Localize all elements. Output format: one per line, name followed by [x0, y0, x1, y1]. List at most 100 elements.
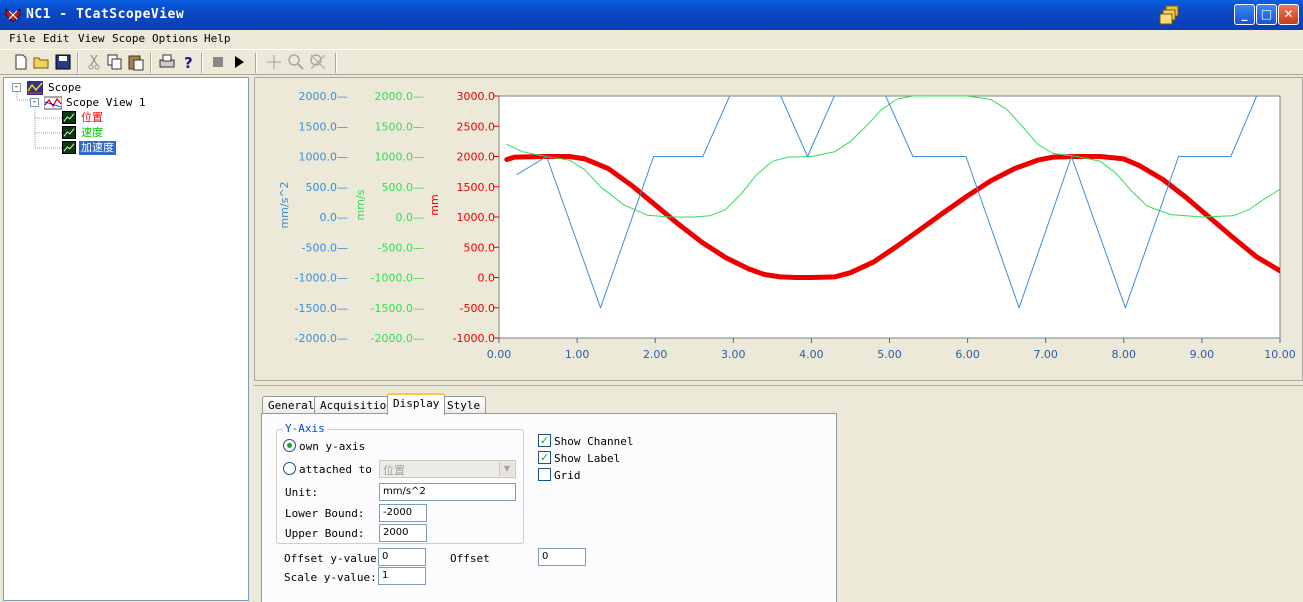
y-axis-unit-pos: mm — [428, 194, 441, 215]
crosshair-icon[interactable] — [265, 53, 283, 71]
y-tick-label-acc: 0.0— — [320, 211, 349, 224]
channel-icon — [62, 141, 76, 154]
y-tick-label-vel: -2000.0— — [371, 332, 424, 345]
close-button[interactable]: ✕ — [1278, 4, 1299, 25]
radio-selected-dot — [287, 443, 292, 448]
toolbar-separator — [335, 53, 337, 73]
upper-bound-label: Upper Bound: — [285, 527, 365, 540]
y-tick-label-vel: 500.0— — [382, 181, 425, 194]
tree-label-scope: Scope — [48, 81, 82, 94]
y-tick-label-vel: 1000.0— — [375, 151, 425, 164]
window-title: NC1 - TCatScopeView — [26, 7, 185, 22]
x-tick-label: 4.00 — [799, 348, 824, 361]
y-tick-label-pos: 3000.0 — [457, 90, 496, 103]
y-tick-label-acc: 1500.0— — [299, 120, 349, 133]
attached-to-radio[interactable] — [283, 462, 296, 475]
print-icon[interactable] — [158, 53, 176, 71]
x-tick-label: 9.00 — [1190, 348, 1215, 361]
scale-y-field[interactable]: 1 — [378, 567, 426, 585]
y-tick-label-acc: -2000.0— — [295, 332, 348, 345]
y-tick-label-pos: 500.0 — [464, 241, 496, 254]
toolbar-separator — [150, 53, 152, 73]
zoom-reset-icon[interactable] — [309, 53, 327, 71]
windows-stack-icon[interactable] — [1158, 4, 1182, 26]
y-axis-unit-acc: mm/s^2 — [278, 181, 291, 228]
attached-to-label: attached to — [299, 463, 372, 476]
y-tick-label-pos: 2000.0 — [457, 151, 496, 164]
help-icon[interactable]: ? — [179, 53, 197, 71]
minimize-button[interactable]: _ — [1234, 4, 1255, 25]
tab-style[interactable]: Style — [441, 396, 487, 414]
y-tick-label-vel: -500.0— — [378, 241, 424, 254]
scope-tree: - Scope - Scope View 1 位置 速度 加速度 — [3, 77, 249, 601]
channel-icon — [62, 126, 76, 139]
scope-icon — [27, 81, 43, 95]
stop-icon[interactable] — [209, 53, 227, 71]
x-tick-label: 3.00 — [721, 348, 746, 361]
scale-y-label: Scale y-value: — [284, 571, 377, 584]
show-channel-label: Show Channel — [554, 435, 634, 448]
menu-options[interactable]: Options — [152, 32, 198, 45]
tree-label-channel-1: 速度 — [81, 126, 103, 139]
upper-bound-field[interactable]: 2000 — [379, 524, 427, 542]
x-tick-label: 8.00 — [1112, 348, 1137, 361]
tab-general[interactable]: General — [262, 396, 321, 414]
y-tick-label-acc: 1000.0— — [299, 151, 349, 164]
y-tick-label-pos: -1000.0 — [453, 332, 495, 345]
show-channel-checkbox[interactable]: ✓ — [538, 434, 551, 447]
app-icon — [5, 8, 21, 23]
chevron-down-icon[interactable]: ▼ — [499, 462, 514, 476]
y-tick-label-acc: -1000.0— — [295, 272, 348, 285]
display-tab-panel: Y-Axis own y-axis attached to 位置 ▼ Unit:… — [261, 413, 837, 602]
y-axis-unit-vel: mm/s — [354, 189, 367, 220]
plot-area[interactable] — [498, 95, 1281, 339]
menu-help[interactable]: Help — [204, 32, 231, 45]
paste-icon[interactable] — [127, 53, 145, 71]
offset-y-field[interactable]: 0 — [378, 548, 426, 566]
menu-file[interactable]: File — [9, 32, 36, 45]
tab-display[interactable]: Display — [387, 393, 446, 415]
copy-icon[interactable] — [106, 53, 124, 71]
cut-icon[interactable] — [85, 53, 103, 71]
attached-to-select[interactable]: 位置 ▼ — [379, 460, 516, 478]
menu-scope[interactable]: Scope — [112, 32, 145, 45]
menu-edit[interactable]: Edit — [43, 32, 70, 45]
chart-pane: 2000.0— 1500.0— 1000.0— 500.0— 0.0— -500.0— -1… — [254, 77, 1303, 381]
offset-label: Offset — [450, 552, 490, 565]
toolbar-separator — [77, 53, 79, 73]
zoom-icon[interactable] — [287, 53, 305, 71]
scope-chart[interactable]: 2000.0— 1500.0— 1000.0— 500.0— 0.0— -500.0— -1… — [255, 78, 1302, 380]
attached-to-value: 位置 — [383, 464, 405, 477]
x-tick-label: 1.00 — [565, 348, 590, 361]
collapse-icon[interactable]: - — [12, 83, 21, 92]
y-tick-label-pos: 1500.0 — [457, 181, 496, 194]
y-tick-label-acc: -1500.0— — [295, 302, 348, 315]
play-icon[interactable] — [230, 53, 248, 71]
lower-bound-field[interactable]: -2000 — [379, 504, 427, 522]
y-tick-label-vel: 1500.0— — [375, 120, 425, 133]
grid-label: Grid — [554, 469, 581, 482]
y-tick-label-acc: 2000.0— — [299, 90, 349, 103]
tree-label-channel-0: 位置 — [81, 111, 103, 124]
new-file-icon[interactable] — [12, 53, 30, 71]
y-tick-label-pos: 1000.0 — [457, 211, 496, 224]
y-tick-label-vel: -1500.0— — [371, 302, 424, 315]
offset-field[interactable]: 0 — [538, 548, 586, 566]
own-axis-radio[interactable] — [283, 439, 296, 452]
grid-checkbox[interactable] — [538, 468, 551, 481]
menu-view[interactable]: View — [78, 32, 105, 45]
y-tick-label-vel: -1000.0— — [371, 272, 424, 285]
maximize-button[interactable]: □ — [1256, 4, 1277, 25]
save-icon[interactable] — [54, 53, 72, 71]
open-folder-icon[interactable] — [33, 53, 51, 71]
y-axis-group-title: Y-Axis — [283, 422, 327, 435]
svg-text:?: ? — [184, 54, 193, 71]
unit-field[interactable]: mm/s^2 — [379, 483, 516, 501]
tree-label-channel-2: 加速度 — [79, 141, 116, 155]
unit-label: Unit: — [285, 486, 319, 499]
properties-pane: General Acquisition Display Style Y-Axis… — [254, 385, 1303, 602]
show-label-checkbox[interactable]: ✓ — [538, 451, 551, 464]
collapse-icon[interactable]: - — [30, 98, 39, 107]
menu-bar: File Edit View Scope Options Help — [0, 30, 1303, 48]
x-tick-label: 5.00 — [877, 348, 902, 361]
